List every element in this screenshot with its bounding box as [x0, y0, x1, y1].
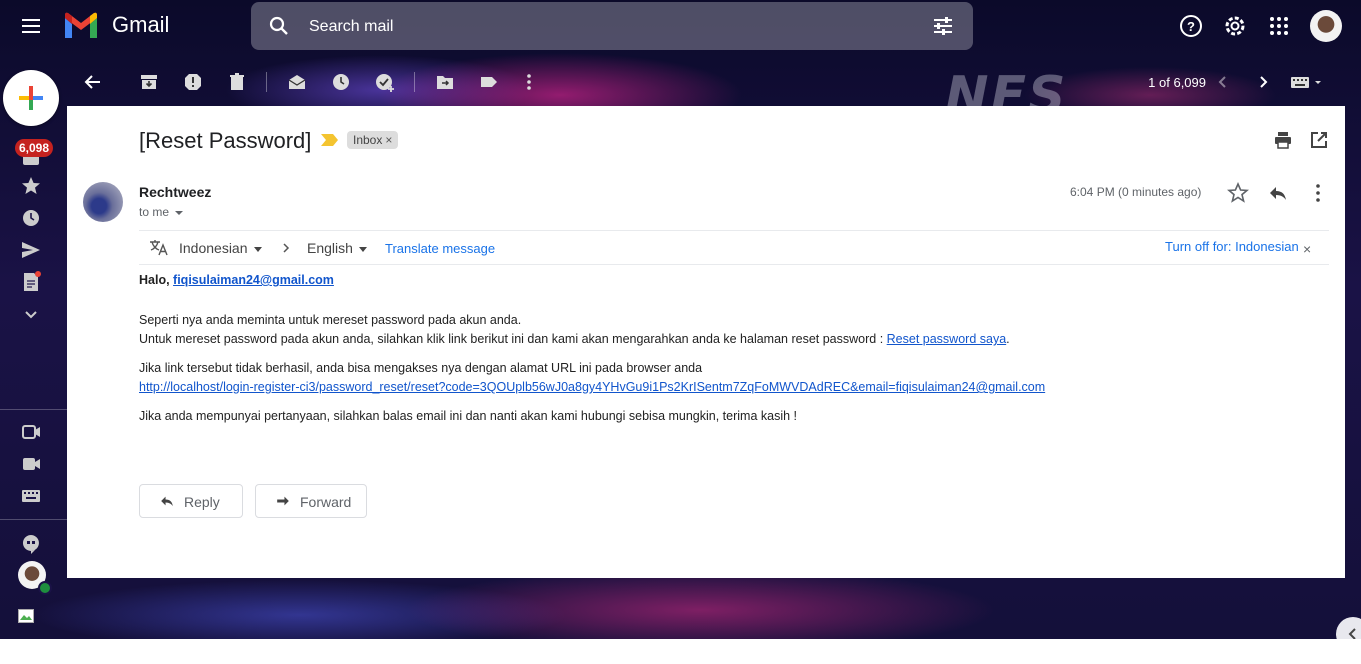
forward-button-label: Forward — [300, 494, 352, 510]
greeting-line: Halo, fiqisulaiman24@gmail.com — [139, 273, 334, 287]
reset-password-link[interactable]: Reset password saya — [887, 332, 1007, 346]
archive-icon[interactable] — [139, 72, 159, 92]
toolbar-divider — [266, 72, 267, 92]
search-bar — [251, 2, 973, 50]
online-status-dot — [38, 581, 52, 595]
compose-button[interactable] — [3, 70, 59, 126]
reply-button[interactable]: Reply — [139, 484, 243, 518]
report-spam-icon[interactable] — [183, 72, 203, 92]
keyboard-icon[interactable] — [20, 485, 42, 507]
remove-label-close-icon[interactable]: × — [385, 133, 392, 147]
reply-arrow-icon[interactable] — [1267, 182, 1289, 204]
rail-divider — [0, 409, 67, 410]
turn-off-translation-link[interactable]: Turn off for: Indonesian — [1165, 239, 1299, 254]
more-vertical-icon[interactable] — [1307, 182, 1329, 204]
sender-avatar[interactable] — [83, 182, 123, 222]
target-language-label: English — [307, 240, 353, 256]
snooze-clock-icon[interactable] — [331, 72, 351, 92]
search-icon[interactable] — [267, 14, 291, 38]
close-translate-bar-icon[interactable]: × — [1303, 241, 1311, 257]
email-subject: [Reset Password] — [139, 128, 312, 153]
bottom-strip — [0, 639, 1361, 664]
newer-chevron-left-icon[interactable] — [1213, 72, 1233, 92]
input-tools-keyboard-icon[interactable] — [1290, 72, 1326, 92]
apps-grid-icon[interactable] — [1266, 13, 1292, 39]
help-icon[interactable]: ? — [1178, 13, 1204, 39]
recipient-text: to me — [139, 205, 170, 219]
theme-logo: NFS — [945, 66, 1068, 106]
print-icon[interactable] — [1273, 130, 1293, 150]
caret-down-icon — [358, 246, 367, 252]
inbox-label-chip: Inbox × — [347, 131, 399, 149]
toolbar-divider — [414, 72, 415, 92]
rail-divider — [0, 519, 67, 520]
search-input[interactable] — [307, 14, 911, 40]
recipient-details-toggle[interactable]: to me — [139, 205, 184, 219]
add-to-tasks-icon[interactable] — [375, 72, 395, 92]
source-language-label: Indonesian — [179, 240, 248, 256]
body-line-2: Untuk mereset password pada akun anda, s… — [139, 332, 1010, 346]
translate-message-link[interactable]: Translate message — [385, 241, 495, 256]
drafts-document-icon[interactable] — [20, 271, 42, 293]
caret-down-icon — [253, 246, 262, 252]
delete-trash-icon[interactable] — [227, 72, 247, 92]
label-chip-text: Inbox — [353, 133, 383, 147]
caret-down-icon — [175, 210, 184, 215]
gmail-logo-icon — [65, 12, 97, 38]
importance-marker-icon[interactable] — [321, 134, 339, 146]
move-to-icon[interactable] — [435, 72, 455, 92]
message-timestamp: 6:04 PM (0 minutes ago) — [1070, 185, 1202, 199]
forward-arrow-icon — [277, 496, 289, 506]
settings-gear-icon[interactable] — [1222, 13, 1248, 39]
label-tag-icon[interactable] — [479, 72, 499, 92]
reset-url-link[interactable]: http://localhost/login-register-ci3/pass… — [139, 380, 1045, 394]
reply-arrow-icon — [161, 496, 173, 507]
chevron-right-icon — [283, 243, 290, 253]
broken-image-icon — [18, 609, 34, 623]
body-url-line: http://localhost/login-register-ci3/pass… — [139, 380, 1045, 394]
sent-send-icon[interactable] — [20, 239, 42, 261]
body-line-1: Seperti nya anda meminta untuk mereset p… — [139, 313, 522, 327]
recipient-email-link[interactable]: fiqisulaiman24@gmail.com — [173, 273, 334, 287]
more-chevron-down-icon[interactable] — [20, 303, 42, 325]
body-line-4: Jika anda mempunyai pertanyaan, silahkan… — [139, 409, 798, 423]
more-options-icon[interactable] — [519, 72, 539, 92]
forward-button[interactable]: Forward — [255, 484, 367, 518]
main-menu-button[interactable] — [15, 12, 47, 40]
back-arrow-icon[interactable] — [83, 72, 103, 92]
account-avatar[interactable] — [1310, 10, 1342, 42]
body-line-2-text: Untuk mereset password pada akun anda, s… — [139, 332, 884, 346]
body-line-3: Jika link tersebut tidak berhasil, anda … — [139, 361, 703, 375]
hangouts-quote-icon[interactable] — [20, 533, 42, 555]
pagination-count: 1 of 6,099 — [1148, 75, 1206, 90]
greeting-text: Halo, — [139, 273, 170, 287]
search-options-icon[interactable] — [931, 14, 955, 38]
open-in-new-window-icon[interactable] — [1309, 130, 1329, 150]
snoozed-clock-icon[interactable] — [20, 207, 42, 229]
mark-unread-icon[interactable] — [287, 72, 307, 92]
starred-star-icon[interactable] — [20, 175, 42, 197]
app-name: Gmail — [112, 12, 170, 37]
target-language-dropdown[interactable]: English — [307, 240, 367, 256]
sender-name[interactable]: Rechtweez — [139, 184, 211, 200]
older-chevron-right-icon[interactable] — [1253, 72, 1273, 92]
reply-button-label: Reply — [184, 494, 220, 510]
meet-new-meeting-icon[interactable] — [20, 421, 42, 443]
source-language-dropdown[interactable]: Indonesian — [179, 240, 262, 256]
star-icon[interactable] — [1227, 182, 1249, 204]
translate-bar: Indonesian English Translate message Tur… — [139, 230, 1329, 265]
meet-join-video-icon[interactable] — [20, 453, 42, 475]
translate-icon — [150, 240, 168, 256]
message-view-panel: [Reset Password] Inbox × Rechtweez to me … — [67, 106, 1345, 578]
inbox-unread-badge: 6,098 — [15, 139, 54, 157]
compose-plus-icon — [19, 86, 43, 110]
svg-text:?: ? — [1187, 19, 1195, 34]
